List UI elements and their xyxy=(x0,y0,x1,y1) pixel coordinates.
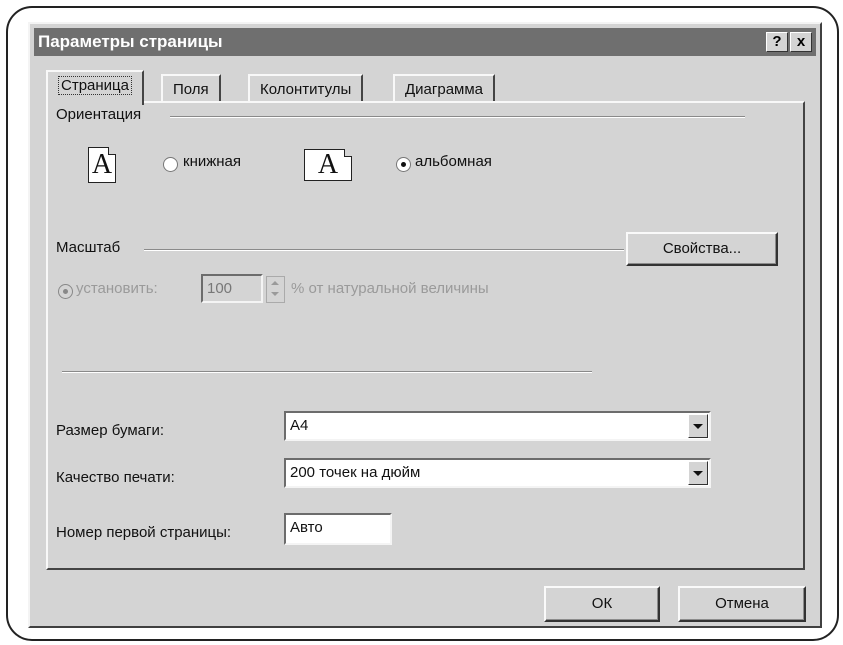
spin-up-icon xyxy=(271,281,279,285)
ok-button[interactable]: ОК xyxy=(544,586,660,622)
portrait-label[interactable]: книжная xyxy=(183,153,241,170)
close-button[interactable]: x xyxy=(790,32,812,52)
print-quality-select[interactable]: 200 точек на дюйм xyxy=(284,458,711,488)
help-button[interactable]: ? xyxy=(766,32,788,52)
page-fold-mark xyxy=(108,147,116,155)
tab-panel-page: Ориентация A книжная A альбомная Масштаб… xyxy=(46,101,805,570)
tab-margins-label: Поля xyxy=(173,81,209,98)
title-bar: Параметры страницы ? x xyxy=(34,28,816,56)
tab-page-label: Страница xyxy=(58,76,132,95)
spin-down-icon xyxy=(271,292,279,296)
page-setup-dialog: Параметры страницы ? x Страница Поля Кол… xyxy=(28,22,822,628)
tab-headers-footers-label: Колонтитулы xyxy=(260,81,352,98)
scale-group-line xyxy=(144,249,624,251)
scale-spinner[interactable] xyxy=(266,276,285,303)
chevron-down-icon[interactable] xyxy=(688,414,708,438)
scale-set-radio[interactable] xyxy=(58,284,73,299)
first-page-label: Номер первой страницы: xyxy=(56,524,232,541)
page-fold-mark xyxy=(344,149,352,157)
orientation-group-label: Ориентация xyxy=(56,106,142,123)
tab-page[interactable]: Страница xyxy=(46,70,144,105)
tab-chart-label: Диаграмма xyxy=(405,81,484,98)
landscape-label[interactable]: альбомная xyxy=(415,153,492,170)
scale-group-label: Масштаб xyxy=(56,239,121,256)
portrait-radio[interactable] xyxy=(163,157,178,172)
first-page-input[interactable]: Авто xyxy=(284,513,392,545)
tab-chart[interactable]: Диаграмма xyxy=(393,74,496,103)
paper-size-select[interactable]: A4 xyxy=(284,411,711,441)
scale-value-input[interactable]: 100 xyxy=(201,274,263,303)
tab-headers-footers[interactable]: Колонтитулы xyxy=(248,74,364,103)
cancel-button[interactable]: Отмена xyxy=(678,586,806,622)
landscape-radio[interactable] xyxy=(396,157,411,172)
chevron-down-icon[interactable] xyxy=(688,461,708,485)
orientation-group-line xyxy=(170,116,745,118)
scale-set-label: установить: xyxy=(76,280,158,297)
tab-margins[interactable]: Поля xyxy=(161,74,221,103)
scale-suffix-label: % от натуральной величины xyxy=(291,280,489,297)
properties-button[interactable]: Свойства... xyxy=(626,232,778,266)
paper-size-value: A4 xyxy=(290,417,309,434)
print-quality-label: Качество печати: xyxy=(56,469,175,486)
print-quality-value: 200 точек на дюйм xyxy=(290,464,421,481)
scale-bottom-line xyxy=(62,371,592,373)
paper-size-label: Размер бумаги: xyxy=(56,422,164,439)
window-title: Параметры страницы xyxy=(38,32,223,51)
landscape-page-icon: A xyxy=(304,149,352,181)
landscape-icon-letter: A xyxy=(317,149,339,180)
portrait-page-icon: A xyxy=(88,147,116,183)
